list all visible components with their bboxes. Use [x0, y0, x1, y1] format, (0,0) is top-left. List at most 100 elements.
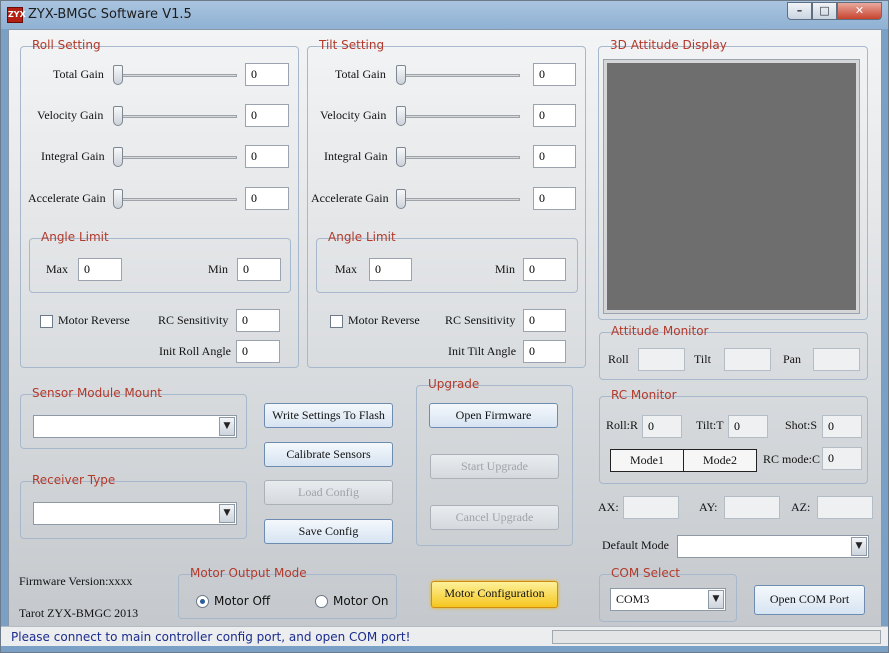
- attitude-roll-value: [638, 348, 685, 371]
- tilt-motor-reverse-checkbox[interactable]: [330, 315, 343, 328]
- roll-integral-gain-input[interactable]: 0: [245, 145, 289, 168]
- tilt-min-label: Min: [495, 262, 516, 276]
- tilt-max-input[interactable]: 0: [369, 258, 412, 281]
- close-icon[interactable]: ✕: [837, 2, 882, 20]
- roll-integral-gain-slider[interactable]: [113, 146, 237, 168]
- attitude-tilt-value: [724, 348, 771, 371]
- status-bar: Please connect to main controller config…: [1, 626, 888, 646]
- receiver-type-select[interactable]: ▼: [33, 502, 237, 525]
- rc-roll-value: 0: [642, 415, 682, 438]
- tilt-total-gain-slider[interactable]: [396, 64, 520, 86]
- open-com-port-button[interactable]: Open COM Port: [754, 585, 865, 615]
- open-firmware-button[interactable]: Open Firmware: [429, 403, 558, 428]
- roll-max-label: Max: [46, 262, 68, 276]
- az-value: [817, 496, 873, 519]
- tilt-integral-gain-slider[interactable]: [396, 146, 520, 168]
- roll-integral-gain-label: Integral Gain: [41, 149, 105, 163]
- chevron-down-icon[interactable]: ▼: [219, 417, 235, 436]
- copyright-text: Tarot ZYX-BMGC 2013: [19, 606, 139, 620]
- attitude-display-title: 3D Attitude Display: [610, 38, 727, 52]
- roll-accelerate-gain-slider[interactable]: [113, 188, 237, 210]
- com-select-title: COM Select: [611, 566, 681, 580]
- init-roll-angle-input[interactable]: 0: [236, 340, 280, 363]
- chevron-down-icon[interactable]: ▼: [708, 590, 724, 609]
- slider-thumb[interactable]: [113, 106, 123, 126]
- roll-velocity-gain-label: Velocity Gain: [37, 108, 104, 122]
- chevron-down-icon[interactable]: ▼: [219, 504, 235, 523]
- slider-thumb[interactable]: [396, 189, 406, 209]
- com-port-value: COM3: [616, 592, 650, 606]
- rc-tilt-label: Tilt:T: [696, 418, 724, 432]
- maximize-icon[interactable]: □: [812, 2, 837, 20]
- roll-accelerate-gain-input[interactable]: 0: [245, 187, 289, 210]
- rc-shot-value: 0: [822, 415, 862, 438]
- chevron-down-icon[interactable]: ▼: [851, 537, 867, 556]
- slider-thumb[interactable]: [396, 65, 406, 85]
- tilt-velocity-gain-slider[interactable]: [396, 105, 520, 127]
- init-roll-angle-label: Init Roll Angle: [159, 344, 231, 358]
- roll-max-input[interactable]: 0: [78, 258, 122, 281]
- tilt-integral-gain-label: Integral Gain: [324, 149, 388, 163]
- 3d-attitude-viewport[interactable]: [603, 59, 860, 314]
- com-port-select[interactable]: COM3 ▼: [610, 588, 726, 611]
- progress-bar: [552, 630, 881, 644]
- roll-rc-sensitivity-input[interactable]: 0: [236, 309, 280, 332]
- roll-motor-reverse-label: Motor Reverse: [58, 313, 130, 327]
- motor-off-radio[interactable]: [196, 595, 209, 608]
- cancel-upgrade-button[interactable]: Cancel Upgrade: [430, 505, 559, 530]
- attitude-pan-label: Pan: [783, 352, 801, 366]
- tilt-total-gain-input[interactable]: 0: [533, 63, 576, 86]
- rc-mode-value: 0: [822, 447, 862, 470]
- save-config-button[interactable]: Save Config: [264, 519, 393, 544]
- roll-total-gain-input[interactable]: 0: [245, 63, 289, 86]
- slider-thumb[interactable]: [113, 189, 123, 209]
- slider-thumb[interactable]: [396, 147, 406, 167]
- ay-label: AY:: [699, 500, 718, 514]
- tilt-angle-limit-title: Angle Limit: [328, 230, 396, 244]
- tilt-total-gain-label: Total Gain: [335, 67, 386, 81]
- init-tilt-angle-input[interactable]: 0: [523, 340, 566, 363]
- ay-value: [724, 496, 780, 519]
- tilt-rc-sensitivity-input[interactable]: 0: [523, 309, 566, 332]
- rc-mode-label: RC mode:C: [763, 452, 821, 466]
- roll-min-label: Min: [208, 262, 229, 276]
- slider-thumb[interactable]: [396, 106, 406, 126]
- roll-total-gain-slider[interactable]: [113, 64, 237, 86]
- motor-configuration-button[interactable]: Motor Configuration: [431, 581, 558, 608]
- tilt-accelerate-gain-slider[interactable]: [396, 188, 520, 210]
- default-mode-select[interactable]: ▼: [677, 535, 869, 558]
- calibrate-sensors-button[interactable]: Calibrate Sensors: [264, 442, 393, 467]
- ax-label: AX:: [598, 500, 619, 514]
- roll-min-input[interactable]: 0: [237, 258, 281, 281]
- rc-mode-indicator: Mode1 Mode2: [610, 449, 757, 472]
- motor-output-title: Motor Output Mode: [190, 566, 307, 580]
- status-text: Please connect to main controller config…: [11, 630, 411, 644]
- write-settings-button[interactable]: Write Settings To Flash: [264, 403, 393, 428]
- motor-on-radio[interactable]: [315, 595, 328, 608]
- load-config-button[interactable]: Load Config: [264, 480, 393, 505]
- tilt-velocity-gain-label: Velocity Gain: [320, 108, 387, 122]
- roll-velocity-gain-slider[interactable]: [113, 105, 237, 127]
- title-bar: ZYX ZYX-BMGC Software V1.5 – □ ✕: [1, 1, 888, 29]
- app-logo-icon: ZYX: [7, 7, 26, 23]
- tilt-accelerate-gain-input[interactable]: 0: [533, 187, 576, 210]
- tilt-integral-gain-input[interactable]: 0: [533, 145, 576, 168]
- roll-rc-sensitivity-label: RC Sensitivity: [158, 313, 229, 327]
- slider-thumb[interactable]: [113, 147, 123, 167]
- slider-thumb[interactable]: [113, 65, 123, 85]
- rc-shot-label: Shot:S: [785, 418, 818, 432]
- mode2-indicator: Mode2: [703, 453, 737, 467]
- tilt-velocity-gain-input[interactable]: 0: [533, 104, 576, 127]
- rc-roll-label: Roll:R: [606, 418, 639, 432]
- minimize-icon[interactable]: –: [787, 2, 812, 20]
- attitude-roll-label: Roll: [608, 352, 629, 366]
- ax-value: [623, 496, 679, 519]
- tilt-accelerate-gain-label: Accelerate Gain: [311, 191, 389, 205]
- tilt-min-input[interactable]: 0: [523, 258, 566, 281]
- start-upgrade-button[interactable]: Start Upgrade: [430, 454, 559, 479]
- sensor-mount-select[interactable]: ▼: [33, 415, 237, 438]
- rc-tilt-value: 0: [728, 415, 768, 438]
- main-window: ZYX ZYX-BMGC Software V1.5 – □ ✕ Roll Se…: [0, 0, 889, 653]
- roll-velocity-gain-input[interactable]: 0: [245, 104, 289, 127]
- roll-motor-reverse-checkbox[interactable]: [40, 315, 53, 328]
